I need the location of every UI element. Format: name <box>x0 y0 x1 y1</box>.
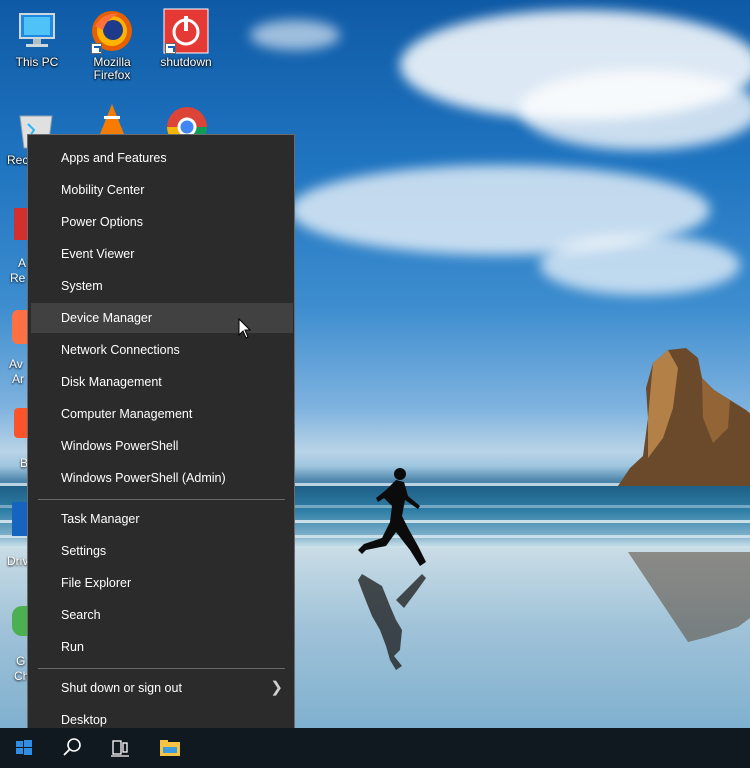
power-icon <box>163 8 209 54</box>
menu-item-system[interactable]: System <box>31 271 293 301</box>
menu-item-label: Windows PowerShell (Admin) <box>61 471 226 485</box>
desktop-icon-label: shutdown <box>160 55 212 69</box>
menu-item-label: Settings <box>61 544 107 558</box>
taskbar <box>0 728 750 768</box>
file-explorer-icon <box>160 740 180 756</box>
menu-item-event-viewer[interactable]: Event Viewer <box>31 239 293 269</box>
menu-item-shut-down-or-sign-out[interactable]: Shut down or sign out ❯ <box>31 673 293 703</box>
desktop-icon-label: Mozilla Firefox <box>93 55 131 82</box>
rock-formation <box>618 348 750 486</box>
menu-item-label: Shut down or sign out <box>61 681 182 695</box>
monitor-icon <box>14 8 60 54</box>
menu-item-windows-powershell[interactable]: Windows PowerShell <box>31 431 293 461</box>
windows-start-icon <box>16 740 32 755</box>
winx-context-menu: Apps and Features Mobility Center Power … <box>27 134 295 744</box>
chrome-icon[interactable] <box>164 104 210 134</box>
menu-item-mobility-center[interactable]: Mobility Center <box>31 175 293 205</box>
menu-item-label: Desktop <box>61 713 107 727</box>
desktop-icon-label-fragment: Ar <box>12 372 24 386</box>
avast-icon[interactable] <box>12 310 28 344</box>
driver-icon[interactable] <box>12 502 28 536</box>
menu-item-search[interactable]: Search <box>31 600 293 630</box>
chevron-right-icon: ❯ <box>270 679 283 696</box>
menu-item-power-options[interactable]: Power Options <box>31 207 293 237</box>
firefox-icon <box>89 8 135 54</box>
desktop-icon-firefox[interactable]: Mozilla Firefox <box>77 8 147 82</box>
menu-item-label: Network Connections <box>61 343 180 357</box>
desktop-icon-label-fragment: Driv <box>7 554 29 568</box>
runner-reflection <box>358 574 426 670</box>
mouse-cursor-icon <box>238 318 252 339</box>
task-view-icon <box>111 740 129 757</box>
search-icon <box>63 738 81 756</box>
menu-item-label: Power Options <box>61 215 143 229</box>
menu-item-label: Run <box>61 640 84 654</box>
cloud <box>250 20 340 50</box>
menu-item-label: System <box>61 279 103 293</box>
menu-item-label: File Explorer <box>61 576 132 590</box>
menu-item-run[interactable]: Run <box>31 632 293 662</box>
search-button[interactable] <box>48 728 96 768</box>
cloud <box>520 70 750 150</box>
menu-item-computer-management[interactable]: Computer Management <box>31 399 293 429</box>
desktop-icon-label-fragment: G <box>16 654 26 668</box>
menu-item-label: Search <box>61 608 101 622</box>
desktop-icon-label-fragment: Re <box>10 271 26 285</box>
shortcut-arrow-icon <box>91 43 102 54</box>
desktop-icon-label: This PC <box>15 55 59 69</box>
menu-item-label: Task Manager <box>61 512 140 526</box>
menu-item-disk-management[interactable]: Disk Management <box>31 367 293 397</box>
menu-item-label: Mobility Center <box>61 183 145 197</box>
desktop-icon-label: Rec <box>7 153 29 167</box>
task-view-button[interactable] <box>96 728 144 768</box>
vlc-icon[interactable] <box>100 104 124 134</box>
chrome-small-icon[interactable] <box>12 606 28 636</box>
menu-item-file-explorer[interactable]: File Explorer <box>31 568 293 598</box>
menu-item-network-connections[interactable]: Network Connections <box>31 335 293 365</box>
file-explorer-taskbar-button[interactable] <box>146 728 194 768</box>
menu-item-label: Windows PowerShell <box>61 439 179 453</box>
menu-item-apps-and-features[interactable]: Apps and Features <box>31 143 293 173</box>
menu-item-device-manager[interactable]: Device Manager <box>31 303 293 333</box>
desktop-icon-label-fragment: A <box>18 256 27 270</box>
menu-item-label: Disk Management <box>61 375 162 389</box>
menu-item-label: Computer Management <box>61 407 193 421</box>
desktop-icon-shutdown[interactable]: shutdown <box>151 8 221 69</box>
acrobat-icon[interactable] <box>14 208 28 240</box>
start-button[interactable] <box>0 728 48 768</box>
desktop-icon-this-pc[interactable]: This PC <box>2 8 72 69</box>
rock-reflection <box>628 552 750 642</box>
brave-icon[interactable] <box>14 408 28 438</box>
desktop-icon-recycle-bin[interactable]: Rec <box>2 106 53 167</box>
menu-item-label: Event Viewer <box>61 247 135 261</box>
menu-item-windows-powershell-admin[interactable]: Windows PowerShell (Admin) <box>31 463 293 493</box>
shortcut-arrow-icon <box>165 43 176 54</box>
runner-silhouette <box>358 468 426 566</box>
desktop-icon-label-fragment: Av <box>9 357 23 371</box>
menu-item-settings[interactable]: Settings <box>31 536 293 566</box>
menu-separator <box>38 499 285 500</box>
menu-item-label: Device Manager <box>61 311 153 325</box>
menu-item-label: Apps and Features <box>61 151 167 165</box>
menu-item-task-manager[interactable]: Task Manager <box>31 504 293 534</box>
cloud <box>540 235 740 295</box>
menu-separator <box>38 668 285 669</box>
